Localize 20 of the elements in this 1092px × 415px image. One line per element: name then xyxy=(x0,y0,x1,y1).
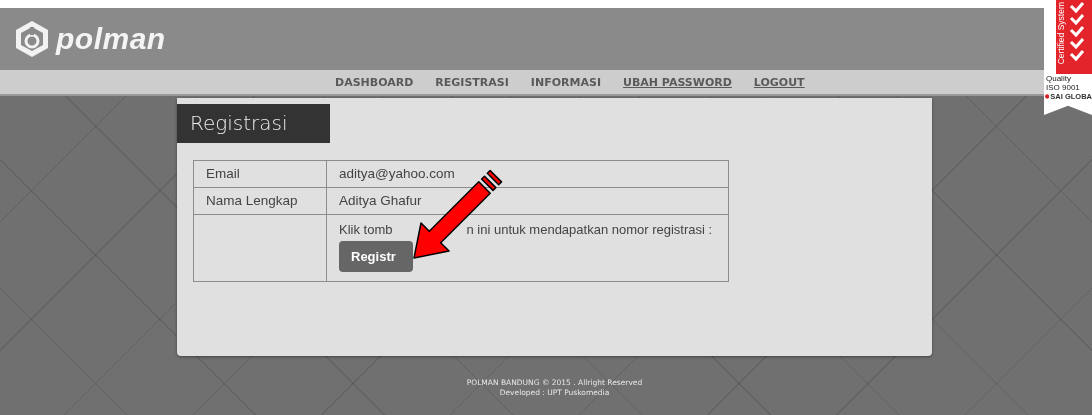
table-cell-text: Aditya Ghafur xyxy=(338,192,423,210)
checkmarks-icon xyxy=(1069,2,1085,62)
hexagon-logo-icon xyxy=(14,19,50,59)
instruction-text: Klik tomb xyxy=(339,222,393,238)
nav-link[interactable]: REGISTRASI xyxy=(435,75,509,89)
card-title: Registrasi xyxy=(177,104,330,143)
nav-link[interactable]: LOGOUT xyxy=(753,75,805,89)
badge-text: Quality xyxy=(1045,74,1072,83)
nav-link[interactable]: DASHBOARD xyxy=(335,75,414,89)
logo-text: polman xyxy=(56,22,166,56)
dot-icon xyxy=(1045,94,1050,99)
instruction-text: n ini untuk mendapatkan nomor registrasi : xyxy=(466,222,713,238)
nav-link[interactable]: UBAH PASSWORD xyxy=(622,75,732,89)
register-button[interactable]: Registr xyxy=(339,241,413,272)
nav-link[interactable]: INFORMASI xyxy=(530,75,601,89)
badge-text: ISO 9001 xyxy=(1045,83,1081,92)
table-cell-text: aditya@yahoo.com xyxy=(338,165,456,183)
table-cell: Nama Lengkap xyxy=(194,188,327,214)
badge-vertical-text: Certified System xyxy=(1056,2,1067,65)
table-cell: Email xyxy=(194,161,327,187)
